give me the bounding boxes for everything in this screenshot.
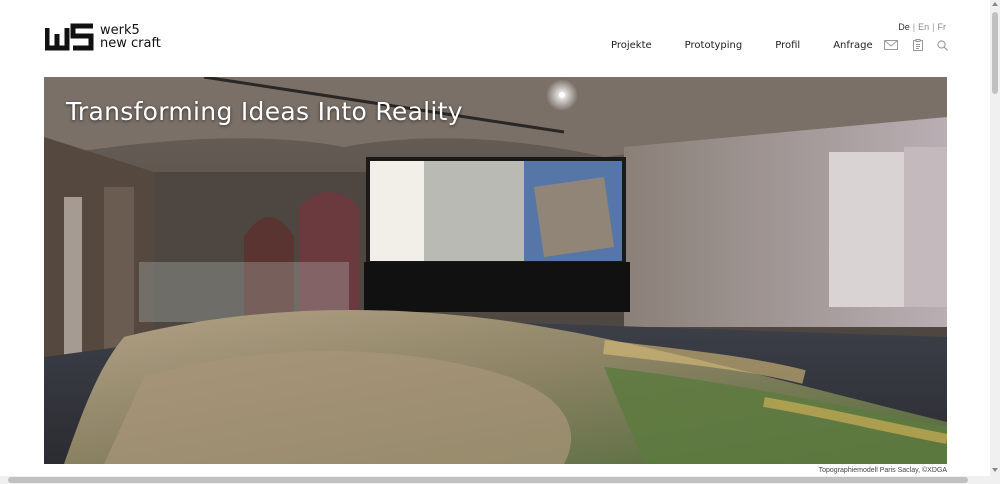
werk5-logo-icon xyxy=(45,23,94,51)
horizontal-scrollbar[interactable] xyxy=(0,476,990,484)
mail-icon[interactable] xyxy=(884,40,898,50)
lang-de[interactable]: De xyxy=(898,22,910,32)
lang-en[interactable]: En xyxy=(918,22,929,32)
scrollbar-thumb[interactable] xyxy=(992,12,998,94)
nav-prototyping[interactable]: Prototyping xyxy=(685,40,743,51)
scroll-up-icon[interactable] xyxy=(992,2,998,6)
language-switcher: De | En | Fr xyxy=(898,22,946,32)
nav-anfrage[interactable]: Anfrage xyxy=(833,40,872,51)
nav-icons xyxy=(884,39,948,51)
nav-profil[interactable]: Profil xyxy=(775,40,800,51)
scroll-down-icon[interactable] xyxy=(992,468,998,472)
lang-separator: | xyxy=(932,22,935,32)
hero-image: Transforming Ideas Into Reality xyxy=(44,77,947,464)
search-icon[interactable] xyxy=(937,39,948,51)
document-icon[interactable] xyxy=(913,39,923,51)
hero-caption: Topographiemodell Paris Saclay, ©XDGA xyxy=(818,467,947,474)
horizontal-scrollbar-thumb[interactable] xyxy=(8,477,968,483)
lang-separator: | xyxy=(912,22,916,32)
brand-line-2: new craft xyxy=(100,36,161,51)
brand-name: werk5 new craft xyxy=(100,24,161,50)
nav-projekte[interactable]: Projekte xyxy=(611,40,652,51)
main-nav: Projekte Prototyping Profil Anfrage xyxy=(611,40,873,51)
hero-title: Transforming Ideas Into Reality xyxy=(66,97,463,126)
exhibition-scene-illustration xyxy=(44,77,947,464)
lang-fr[interactable]: Fr xyxy=(938,22,947,32)
vertical-scrollbar[interactable] xyxy=(990,0,1000,484)
logo-link[interactable]: werk5 new craft xyxy=(45,22,161,52)
